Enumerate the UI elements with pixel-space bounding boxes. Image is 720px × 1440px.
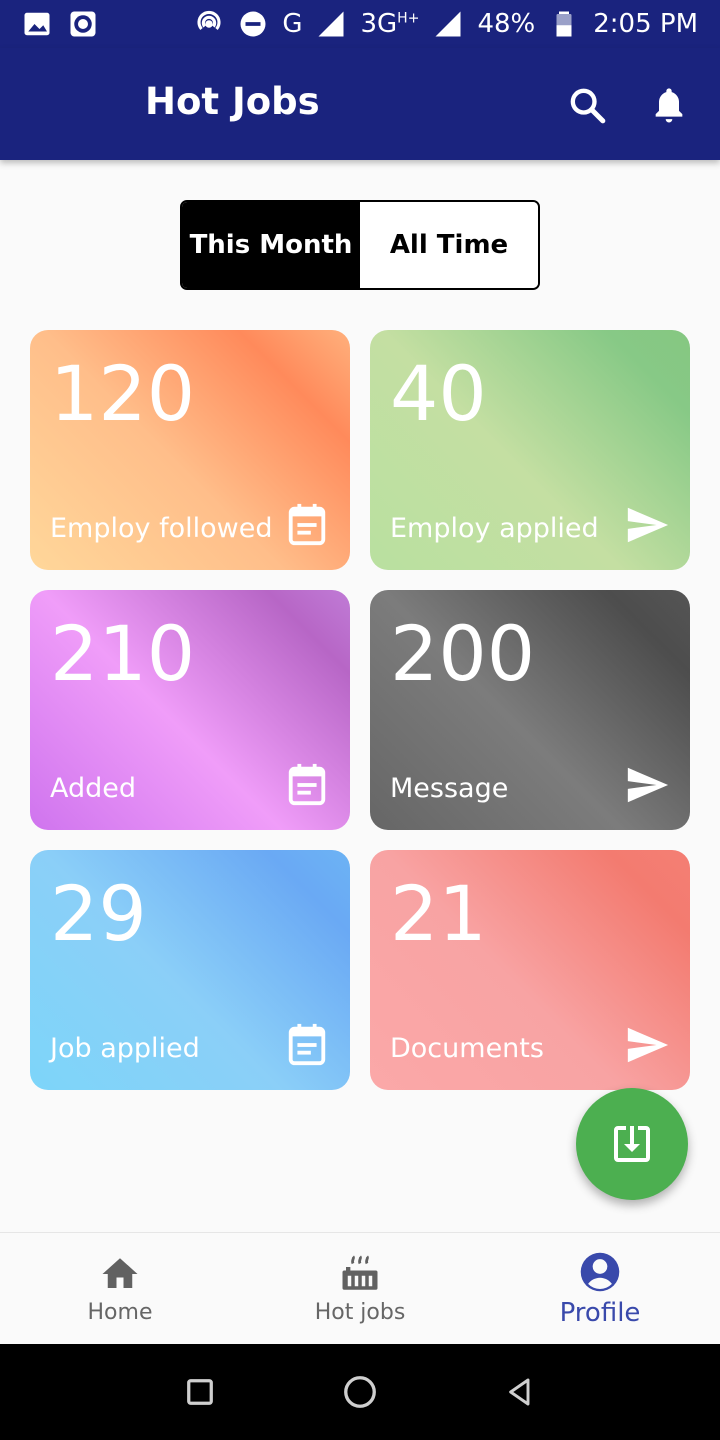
stat-label: Added bbox=[50, 773, 137, 804]
camera-circle-icon bbox=[70, 11, 96, 37]
period-toggle: This Month All Time bbox=[180, 200, 540, 290]
calendar-icon bbox=[288, 503, 326, 546]
stat-label: Job applied bbox=[50, 1033, 200, 1064]
status-bar: G 3GH+ 48% 2:05 PM bbox=[0, 0, 720, 48]
page-title: Hot Jobs bbox=[145, 80, 320, 123]
calendar-icon bbox=[288, 1023, 326, 1066]
stat-value: 40 bbox=[390, 349, 487, 438]
send-icon bbox=[627, 1027, 669, 1063]
hot-jobs-icon bbox=[342, 1255, 378, 1290]
image-icon bbox=[24, 12, 50, 36]
battery-icon bbox=[556, 11, 572, 37]
download-fab[interactable] bbox=[576, 1088, 688, 1200]
stat-value: 21 bbox=[390, 869, 487, 958]
send-icon bbox=[627, 767, 669, 803]
square-icon bbox=[187, 1379, 213, 1405]
do-not-disturb-icon bbox=[240, 11, 266, 37]
app-bar: Hot Jobs bbox=[0, 48, 720, 160]
circle-icon bbox=[344, 1376, 376, 1408]
home-system-button[interactable] bbox=[335, 1367, 385, 1417]
home-icon bbox=[102, 1258, 138, 1288]
send-icon bbox=[627, 507, 669, 543]
notifications-button[interactable] bbox=[648, 84, 690, 126]
back-button[interactable] bbox=[495, 1367, 545, 1417]
calendar-icon bbox=[288, 763, 326, 806]
nav-item-home[interactable]: Home bbox=[0, 1233, 240, 1344]
signal-icon bbox=[318, 11, 344, 37]
stat-card-employ-applied[interactable]: 40 Employ applied bbox=[370, 330, 690, 570]
network-type-g: G bbox=[282, 9, 303, 39]
stat-value: 200 bbox=[390, 609, 536, 698]
battery-percent: 48% bbox=[477, 9, 536, 39]
back-triangle-icon bbox=[509, 1378, 530, 1406]
stat-value: 210 bbox=[50, 609, 196, 698]
clock: 2:05 PM bbox=[593, 9, 698, 39]
stat-value: 29 bbox=[50, 869, 147, 958]
recents-button[interactable] bbox=[175, 1367, 225, 1417]
stat-label: Message bbox=[390, 773, 509, 804]
stat-value: 120 bbox=[50, 349, 196, 438]
stat-card-documents[interactable]: 21 Documents bbox=[370, 850, 690, 1090]
stat-card-message[interactable]: 200 Message bbox=[370, 590, 690, 830]
stat-label: Documents bbox=[390, 1033, 544, 1064]
download-icon bbox=[614, 1126, 650, 1162]
stat-label: Employ followed bbox=[50, 513, 273, 544]
profile-icon bbox=[580, 1252, 620, 1291]
stat-card-job-applied[interactable]: 29 Job applied bbox=[30, 850, 350, 1090]
system-navigation-bar bbox=[0, 1344, 720, 1440]
search-icon bbox=[570, 88, 606, 124]
nav-label-hot-jobs: Hot jobs bbox=[314, 1300, 406, 1325]
signal-icon-2 bbox=[435, 11, 461, 37]
bottom-navigation: Home Hot jobs Profile bbox=[0, 1232, 720, 1344]
toggle-this-month[interactable]: This Month bbox=[182, 202, 360, 288]
search-button[interactable] bbox=[566, 84, 608, 126]
network-type-3g: 3GH+ bbox=[360, 9, 420, 39]
bell-icon bbox=[655, 88, 683, 123]
stat-card-employ-followed[interactable]: 120 Employ followed bbox=[30, 330, 350, 570]
nav-label-profile: Profile bbox=[559, 1297, 641, 1328]
nav-item-hot-jobs[interactable]: Hot jobs bbox=[240, 1233, 480, 1344]
nav-item-profile[interactable]: Profile bbox=[480, 1233, 720, 1344]
stat-card-added[interactable]: 210 Added bbox=[30, 590, 350, 830]
nav-label-home: Home bbox=[87, 1300, 153, 1325]
toggle-all-time[interactable]: All Time bbox=[360, 202, 538, 288]
stat-label: Employ applied bbox=[390, 513, 599, 544]
hotspot-icon bbox=[197, 10, 221, 31]
